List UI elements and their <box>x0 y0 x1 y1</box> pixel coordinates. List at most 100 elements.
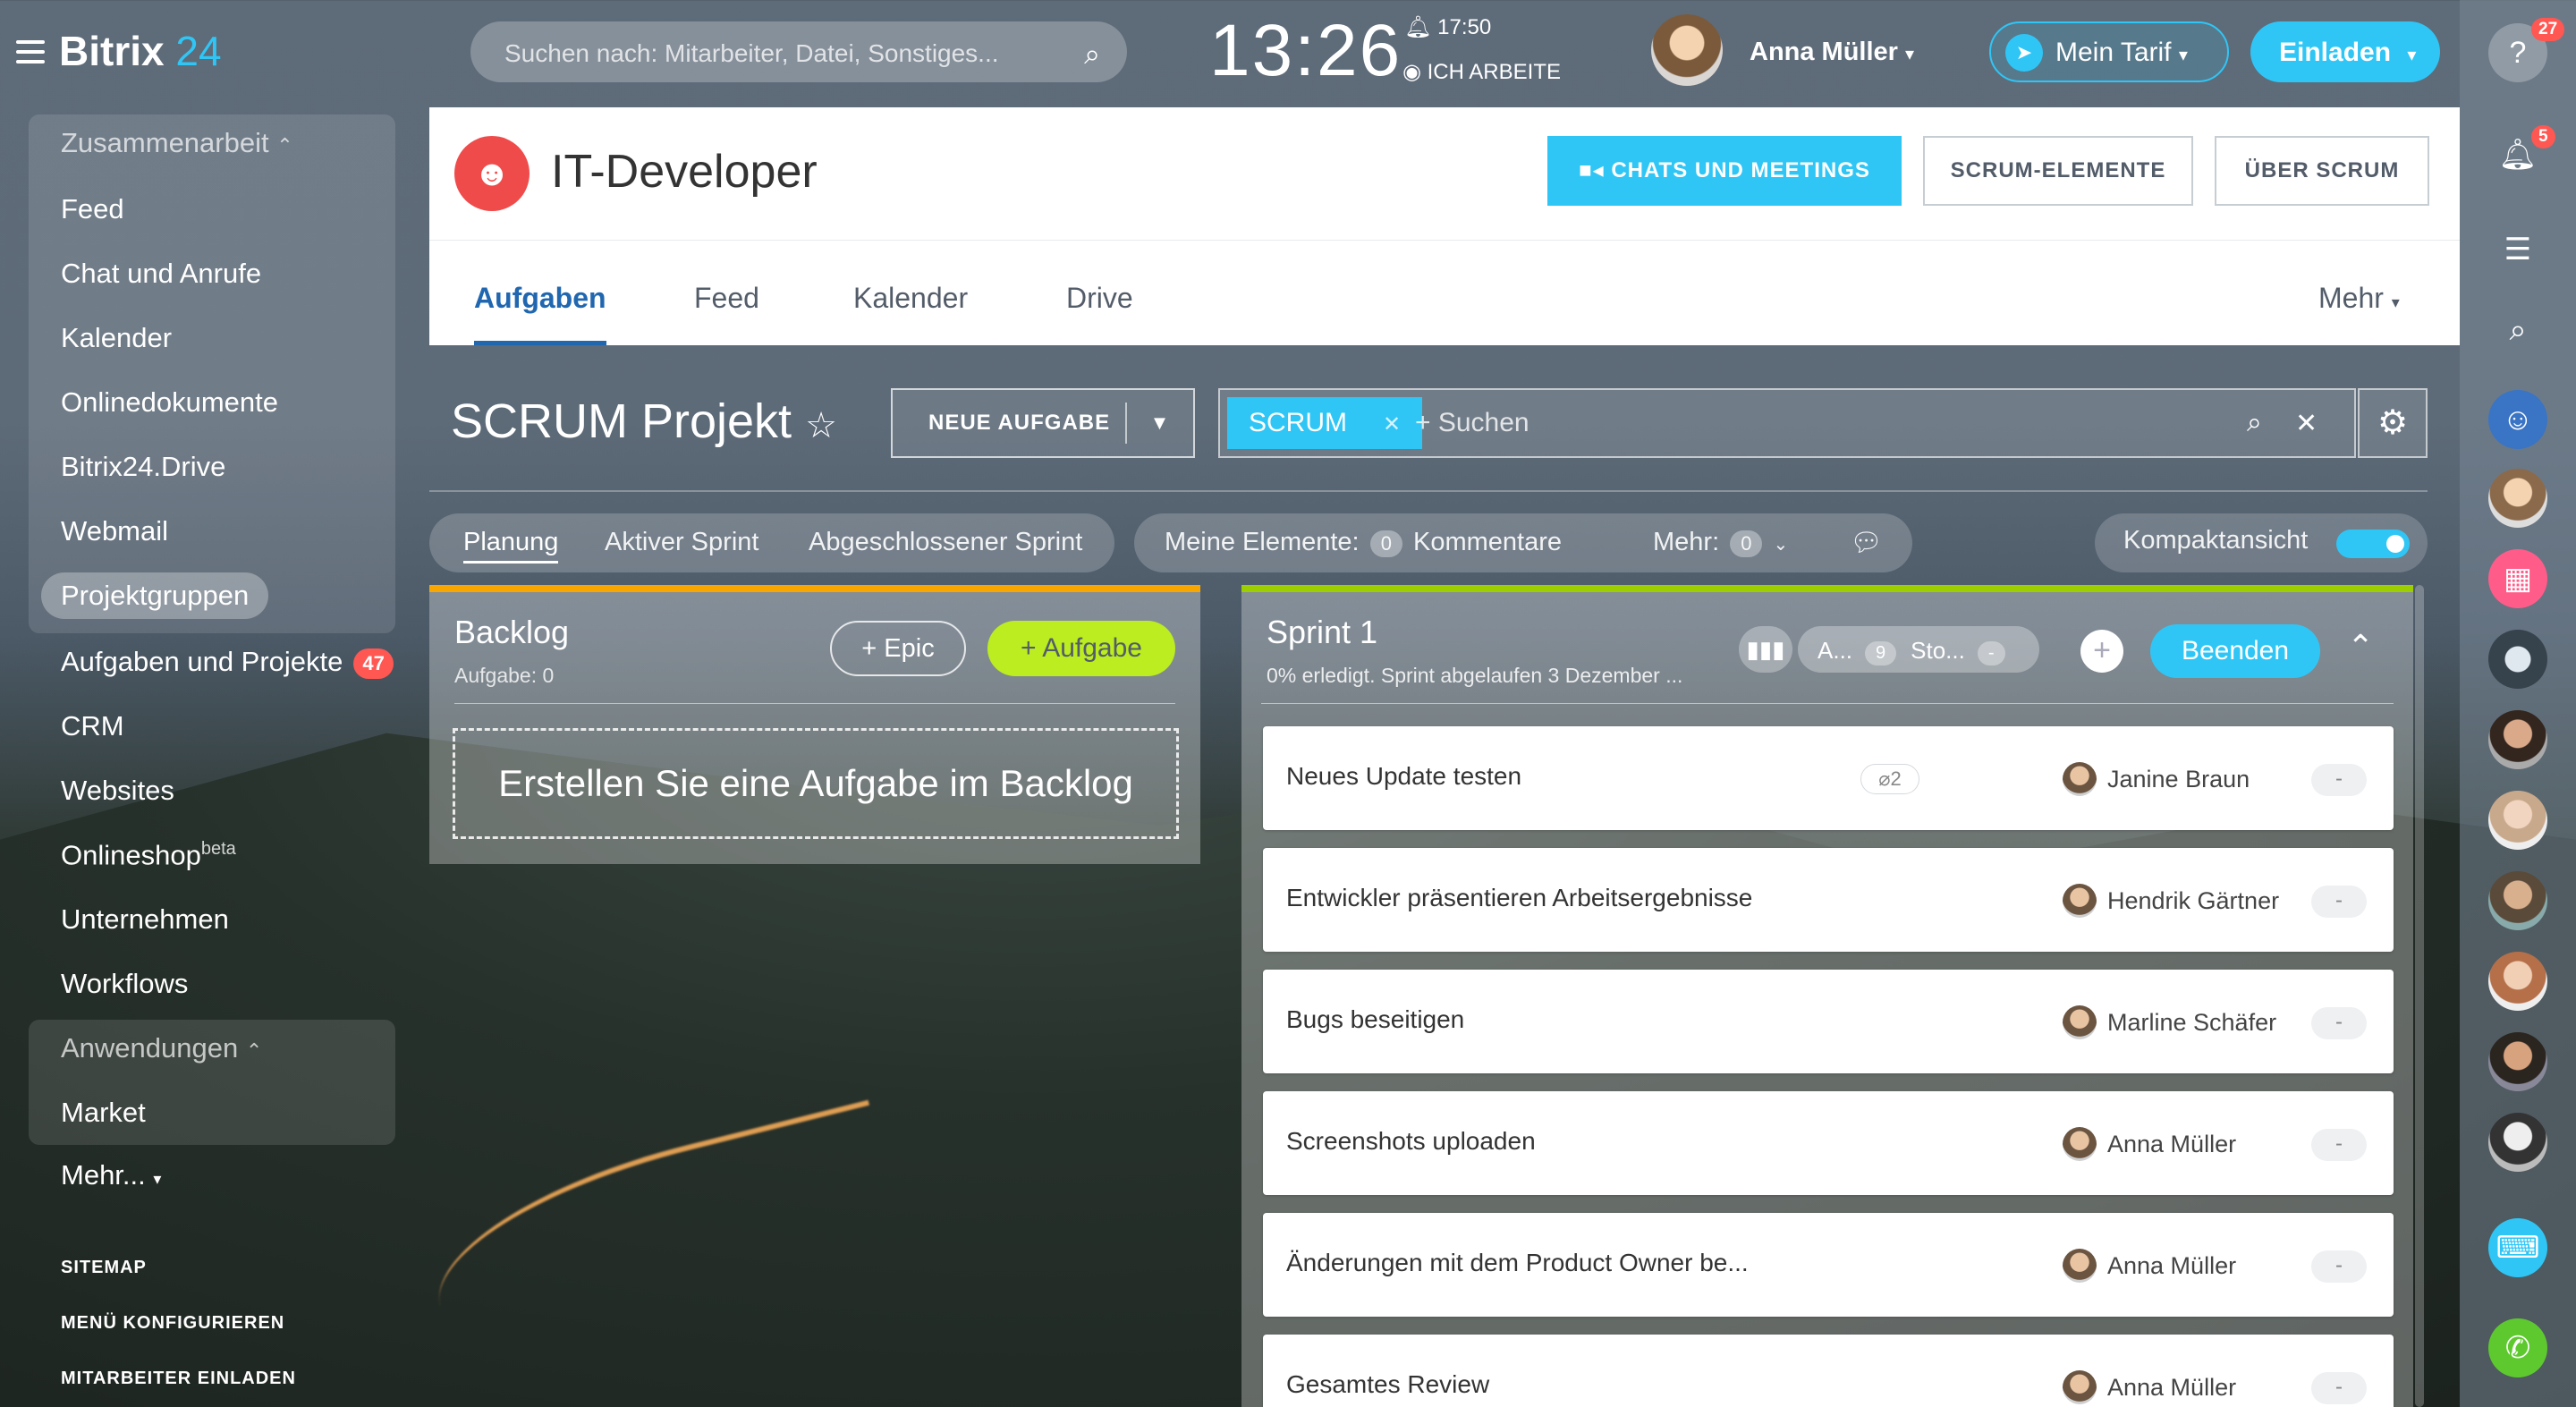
task-assignee[interactable]: Hendrik Gärtner <box>2107 887 2279 915</box>
story-points[interactable]: - <box>2311 886 2367 918</box>
menu-burger-icon[interactable] <box>16 40 45 64</box>
sidebar-item-workflows[interactable]: Workflows <box>61 968 188 1000</box>
project-title[interactable]: IT-Developer <box>551 145 818 199</box>
work-status[interactable]: ◉ ICH ARBEITE <box>1402 59 1561 85</box>
sidebar-item-tasks[interactable]: Aufgaben und Projekte 47 <box>61 646 394 679</box>
task-title[interactable]: Screenshots uploaden <box>1286 1127 1536 1156</box>
contact-avatar[interactable] <box>2488 791 2547 850</box>
user-menu[interactable]: Anna Müller ▾ <box>1750 38 1914 67</box>
contact-avatar[interactable] <box>2488 871 2547 930</box>
task-assignee[interactable]: Anna Müller <box>2107 1252 2236 1280</box>
invite-staff-link[interactable]: MITARBEITER EINLADEN <box>61 1369 296 1389</box>
finish-sprint-button[interactable]: Beenden <box>2150 624 2320 678</box>
sidebar-item-more[interactable]: Mehr... ▾ <box>61 1159 161 1191</box>
contact-avatar[interactable] <box>2488 1113 2547 1172</box>
collapse-chevron-icon[interactable]: ⌃ <box>2347 628 2374 665</box>
add-task-button[interactable]: + Aufgabe <box>987 621 1175 676</box>
clear-icon[interactable]: ✕ <box>2295 408 2318 439</box>
settings-gear-icon[interactable]: ⚙ <box>2358 388 2428 458</box>
configure-menu-link[interactable]: MENÜ KONFIGURIEREN <box>61 1313 284 1334</box>
backlog-empty-dropzone[interactable]: Erstellen Sie eine Aufgabe im Backlog <box>453 728 1179 839</box>
filter-search-input[interactable]: SCRUM ✕ + Suchen ⌕ ✕ <box>1218 388 2356 458</box>
tarif-button[interactable]: ➤ Mein Tarif ▾ <box>1989 21 2229 82</box>
task-title[interactable]: Änderungen mit dem Product Owner be... <box>1286 1249 1749 1277</box>
task-title[interactable]: Gesamtes Review <box>1286 1370 1489 1399</box>
search-input[interactable]: Suchen nach: Mitarbeiter, Datei, Sonstig… <box>470 21 1127 82</box>
task-card[interactable]: Gesamtes Review Anna Müller - <box>1263 1335 2394 1407</box>
telephony-icon[interactable]: ⌨ <box>2488 1218 2547 1277</box>
contact-avatar[interactable] <box>2488 952 2547 1011</box>
sidebar-item-calendar[interactable]: Kalender <box>61 322 172 354</box>
my-elements-counter[interactable]: Meine Elemente: 0 Kommentare <box>1165 528 1562 557</box>
group-chat-icon[interactable]: ☺ <box>2488 390 2547 449</box>
sidebar-item-feed[interactable]: Feed <box>61 193 124 225</box>
about-scrum-button[interactable]: ÜBER SCRUM <box>2215 136 2429 206</box>
filter-tag[interactable]: SCRUM ✕ <box>1227 397 1423 449</box>
task-card[interactable]: Entwickler präsentieren Arbeitsergebniss… <box>1263 848 2394 952</box>
menu-group-header-apps[interactable]: Anwendungen ⌃ <box>61 1032 262 1064</box>
scrum-elements-button[interactable]: SCRUM-ELEMENTE <box>1923 136 2193 206</box>
contact-avatar[interactable] <box>2488 710 2547 769</box>
task-title[interactable]: Neues Update testen <box>1286 762 1521 791</box>
sitemap-link[interactable]: SITEMAP <box>61 1258 147 1278</box>
tab-feed[interactable]: Feed <box>694 282 759 315</box>
invite-button[interactable]: Einladen ▾ <box>2250 21 2440 82</box>
task-assignee[interactable]: Anna Müller <box>2107 1131 2236 1158</box>
calendar-icon[interactable]: ▦ <box>2488 549 2547 608</box>
close-icon[interactable]: ✕ <box>1383 412 1401 437</box>
story-points[interactable]: - <box>2311 1007 2367 1039</box>
task-card[interactable]: Änderungen mit dem Product Owner be... A… <box>1263 1213 2394 1317</box>
tab-completed-sprint[interactable]: Abgeschlossener Sprint <box>809 528 1082 557</box>
tab-drive[interactable]: Drive <box>1066 282 1133 315</box>
logo[interactable]: Bitrix 24 <box>59 27 222 75</box>
chat-list-icon[interactable]: ☰ <box>2488 220 2547 279</box>
new-task-dropdown-icon[interactable]: ▼ <box>1125 403 1193 444</box>
avatar[interactable] <box>1651 14 1723 86</box>
phone-icon[interactable]: ✆ <box>2488 1318 2547 1377</box>
clock[interactable]: 13:26 <box>1209 9 1402 93</box>
tab-more[interactable]: Mehr ▾ <box>2318 282 2400 315</box>
task-card[interactable]: Screenshots uploaden Anna Müller - <box>1263 1091 2394 1195</box>
compact-switch[interactable] <box>2336 530 2410 558</box>
contact-avatar[interactable] <box>2488 469 2547 528</box>
story-points[interactable]: - <box>2311 764 2367 796</box>
story-points[interactable]: - <box>2311 1129 2367 1161</box>
add-sprint-task-button[interactable]: + <box>2080 630 2123 673</box>
sidebar-item-market[interactable]: Market <box>61 1097 146 1129</box>
task-card[interactable]: Bugs beseitigen Marline Schäfer - <box>1263 970 2394 1073</box>
stats-chart-icon[interactable]: ▮▮▮ <box>1739 626 1792 673</box>
sidebar-item-webmail[interactable]: Webmail <box>61 515 168 547</box>
task-assignee[interactable]: Marline Schäfer <box>2107 1009 2276 1037</box>
sidebar-item-company[interactable]: Unternehmen <box>61 903 229 936</box>
compact-view-toggle[interactable]: Kompaktansicht <box>2095 513 2428 572</box>
star-icon[interactable]: ☆ <box>805 406 837 445</box>
chats-meetings-button[interactable]: ■◂ CHATS UND MEETINGS <box>1547 136 1902 206</box>
task-assignee[interactable]: Anna Müller <box>2107 1374 2236 1402</box>
task-card[interactable]: Neues Update testen ⌀2 Janine Braun - <box>1263 726 2394 830</box>
contact-avatar[interactable] <box>2488 1032 2547 1091</box>
more-counter[interactable]: Mehr: 0 ⌄ <box>1653 528 1788 557</box>
sidebar-item-documents[interactable]: Onlinedokumente <box>61 386 278 419</box>
tab-active-sprint[interactable]: Aktiver Sprint <box>605 528 758 557</box>
search-icon[interactable]: ⌕ <box>2488 301 2547 360</box>
story-points[interactable]: - <box>2311 1250 2367 1283</box>
task-title[interactable]: Entwickler präsentieren Arbeitsergebniss… <box>1286 884 1752 912</box>
comments-icon[interactable]: 💬︎ <box>1850 528 1883 558</box>
sidebar-item-websites[interactable]: Websites <box>61 775 174 807</box>
add-epic-button[interactable]: + Epic <box>830 621 966 676</box>
tab-calendar[interactable]: Kalender <box>853 282 968 315</box>
sidebar-item-workgroups[interactable]: Projektgruppen <box>41 572 269 619</box>
sidebar-item-crm[interactable]: CRM <box>61 710 124 742</box>
sprint-title[interactable]: Sprint 1 <box>1267 614 1377 651</box>
sidebar-item-onlineshop[interactable]: Onlineshopbeta <box>61 839 236 871</box>
new-task-button[interactable]: NEUE AUFGABE ▼ <box>891 388 1195 458</box>
contact-avatar[interactable] <box>2488 630 2547 689</box>
scrollbar[interactable] <box>2415 585 2424 1407</box>
task-title[interactable]: Bugs beseitigen <box>1286 1005 1464 1034</box>
story-points[interactable]: - <box>2311 1372 2367 1404</box>
attachment-counter[interactable]: ⌀2 <box>1860 764 1919 794</box>
search-icon[interactable]: ⌕ <box>1084 38 1100 72</box>
search-icon[interactable]: ⌕ <box>2247 408 2262 438</box>
sidebar-item-drive[interactable]: Bitrix24.Drive <box>61 451 225 483</box>
tab-tasks[interactable]: Aufgaben <box>474 282 606 345</box>
